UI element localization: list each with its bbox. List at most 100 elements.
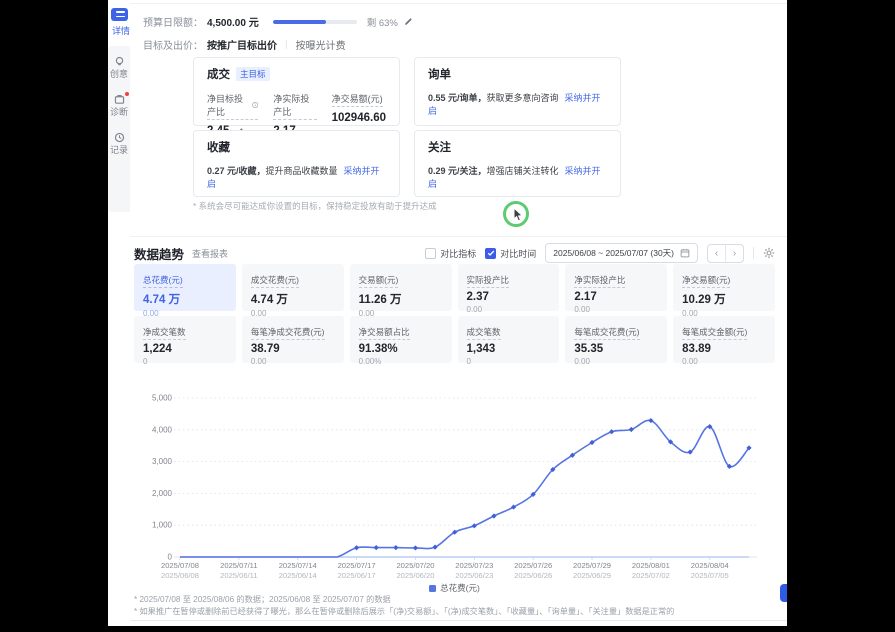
briefcase-icon bbox=[114, 94, 125, 105]
metric-card[interactable]: 实际投产比 2.37 0.00 bbox=[458, 264, 560, 311]
metric-value: 83.89 bbox=[682, 343, 766, 355]
view-report-link[interactable]: 查看报表 bbox=[192, 247, 228, 260]
main-line bbox=[180, 420, 749, 557]
metric-label: 交易额(元) bbox=[359, 274, 399, 288]
x-axis-label: 2025/08/04 bbox=[691, 561, 729, 570]
chart-note-disclaimer: * 如果推广在暂停或删除前已经获得了曝光，那么在暂停或删除后展示「(净)交易额」… bbox=[134, 605, 674, 617]
metric-label: 实际投产比 bbox=[467, 274, 510, 288]
metric-label: 总花费(元) bbox=[143, 274, 183, 288]
next-period-button[interactable]: › bbox=[725, 245, 743, 262]
bulb-icon bbox=[114, 56, 125, 67]
trend-header: 数据趋势 查看报表 对比指标 对比时间 2025/06/08 ~ 2025/07… bbox=[134, 243, 775, 263]
metric-label: 净交易额(元) bbox=[682, 274, 730, 288]
data-point-marker[interactable] bbox=[393, 545, 398, 550]
data-point-marker[interactable] bbox=[491, 513, 496, 518]
budget-edit-icon[interactable] bbox=[404, 17, 413, 26]
trend-chart: 01,0002,0003,0004,0005,0002025/07/082025… bbox=[134, 388, 775, 584]
floating-side-button[interactable] bbox=[780, 584, 787, 602]
metric-value: 1,343 bbox=[467, 343, 551, 355]
compare-metric-checkbox[interactable]: 对比指标 bbox=[425, 247, 476, 260]
clock-icon bbox=[114, 132, 125, 143]
bidding-row: 目标及出价： 按推广目标出价 | 按曝光计费 bbox=[143, 37, 346, 52]
calendar-icon bbox=[680, 248, 690, 258]
compare-time-checkbox[interactable]: 对比时间 bbox=[485, 247, 536, 260]
metric-card[interactable]: 每笔成交金额(元) 83.89 0.00 bbox=[673, 316, 775, 363]
budget-progress-fill bbox=[273, 20, 326, 24]
checkbox-unchecked bbox=[425, 248, 436, 259]
tab-bid-by-impression[interactable]: 按曝光计费 bbox=[296, 37, 346, 52]
date-range-picker[interactable]: 2025/06/08 ~ 2025/07/07 (30天) bbox=[545, 243, 698, 263]
metric-card[interactable]: 每笔成交花费(元)35.350.00 bbox=[565, 316, 667, 363]
legend-swatch bbox=[429, 585, 436, 592]
x-axis-label: 2025/07/17 bbox=[338, 561, 376, 570]
x-axis-label: 2025/07/14 bbox=[279, 561, 317, 570]
x-axis-compare-label: 2025/07/05 bbox=[691, 571, 729, 580]
goal-title: 收藏 bbox=[207, 139, 230, 155]
metric-value: 4.74 万 bbox=[143, 291, 227, 307]
sidebar-item-detail[interactable]: 详情 bbox=[108, 24, 130, 37]
metric-card[interactable]: 每笔净成交花费(元)38.790.00 bbox=[242, 316, 344, 363]
y-axis-label: 2,000 bbox=[152, 489, 173, 498]
metric-value: 10.29 万 bbox=[682, 291, 766, 307]
budget-remaining: 剩 63% bbox=[367, 15, 398, 29]
metric-card[interactable]: 净成交笔数1,2240 bbox=[134, 316, 236, 363]
goal-card-inquiry: 询单 0.55 元/询单，获取更多意向咨询采纳并开启 bbox=[414, 57, 621, 126]
metric-card[interactable]: 净实际投产比2.170.00 bbox=[565, 264, 667, 311]
metric-value: 2.37 bbox=[467, 291, 551, 303]
metric-card[interactable]: 总花费(元)4.74 万0.00 bbox=[134, 264, 236, 311]
metric-compare-value: 0 bbox=[143, 357, 227, 366]
line-chart[interactable]: 01,0002,0003,0004,0005,0002025/07/082025… bbox=[134, 388, 775, 584]
x-axis-label: 2025/07/11 bbox=[220, 561, 257, 570]
metric-compare-value: 0.00% bbox=[359, 357, 443, 366]
metric-card[interactable]: 成交笔数1,3430 bbox=[458, 316, 560, 363]
sidebar-item-history[interactable]: 记录 bbox=[108, 132, 130, 156]
metric-compare-value: 0.00 bbox=[251, 357, 335, 366]
metric-card[interactable]: 净交易额(元)10.29 万0.00 bbox=[673, 264, 775, 311]
info-icon[interactable] bbox=[252, 101, 258, 109]
data-point-marker[interactable] bbox=[413, 545, 418, 550]
x-axis-compare-label: 2025/06/20 bbox=[396, 571, 434, 580]
goal-title: 关注 bbox=[428, 139, 451, 155]
promotion-detail-icon[interactable] bbox=[111, 8, 128, 21]
metric-label: 每笔成交金额(元) bbox=[682, 326, 747, 340]
x-axis-label: 2025/08/01 bbox=[632, 561, 670, 570]
metric-compare-value: 0.00 bbox=[682, 357, 766, 366]
x-axis-compare-label: 2025/06/23 bbox=[455, 571, 493, 580]
data-point-marker[interactable] bbox=[629, 427, 634, 432]
x-axis-compare-label: 2025/06/26 bbox=[514, 571, 552, 580]
gear-icon[interactable] bbox=[763, 247, 775, 259]
metric-compare-value: 0 bbox=[467, 357, 551, 366]
x-axis-compare-label: 2025/06/08 bbox=[161, 571, 199, 580]
metric-compare-value: 0.00 bbox=[574, 305, 658, 314]
sidebar-item-creative[interactable]: 创意 bbox=[108, 56, 130, 80]
metric-compare-value: 0.00 bbox=[574, 357, 658, 366]
y-axis-label: 3,000 bbox=[152, 457, 173, 466]
sidebar-item-diagnosis[interactable]: 诊断 bbox=[108, 94, 130, 118]
data-point-marker[interactable] bbox=[374, 545, 379, 550]
metric-label: 成交花费(元) bbox=[251, 274, 299, 288]
y-axis-label: 1,000 bbox=[152, 521, 173, 530]
x-axis-label: 2025/07/20 bbox=[396, 561, 434, 570]
x-axis-compare-label: 2025/06/14 bbox=[279, 571, 317, 580]
metric-value: 91.38% bbox=[359, 343, 443, 355]
x-axis-label: 2025/07/29 bbox=[573, 561, 611, 570]
date-pager: ‹ › bbox=[707, 244, 744, 263]
prev-period-button[interactable]: ‹ bbox=[708, 245, 725, 262]
metric-card[interactable]: 交易额(元)11.26 万0.00 bbox=[350, 264, 452, 311]
tab-bid-by-goal[interactable]: 按推广目标出价 bbox=[207, 37, 277, 52]
data-point-marker[interactable] bbox=[609, 429, 614, 434]
data-point-marker[interactable] bbox=[472, 523, 477, 528]
main-goal-badge: 主目标 bbox=[236, 67, 270, 81]
goal-card-deal: 成交 主目标 净目标投产比 2.45 净实际投产比 2.17 净交易额( bbox=[193, 57, 400, 126]
metric-card[interactable]: 成交花费(元)4.74 万0.00 bbox=[242, 264, 344, 311]
goal-card-favorite: 收藏 0.27 元/收藏，提升商品收藏数量采纳并开启 bbox=[193, 130, 400, 197]
budget-label: 预算日限额： bbox=[143, 14, 207, 29]
x-axis-compare-label: 2025/06/29 bbox=[573, 571, 611, 580]
metric-card[interactable]: 净交易额占比91.38%0.00% bbox=[350, 316, 452, 363]
data-point-marker[interactable] bbox=[354, 545, 359, 550]
mini-sidebar: 详情 创意 诊断 记录 bbox=[108, 0, 130, 626]
metric-value: 4.74 万 bbox=[251, 291, 335, 307]
sidebar-panel: 创意 诊断 记录 bbox=[108, 46, 130, 212]
metric-compare-value: 0.00 bbox=[467, 305, 551, 314]
app-viewport: 详情 创意 诊断 记录 预算日限额： 4,500.00 元 bbox=[108, 0, 787, 626]
